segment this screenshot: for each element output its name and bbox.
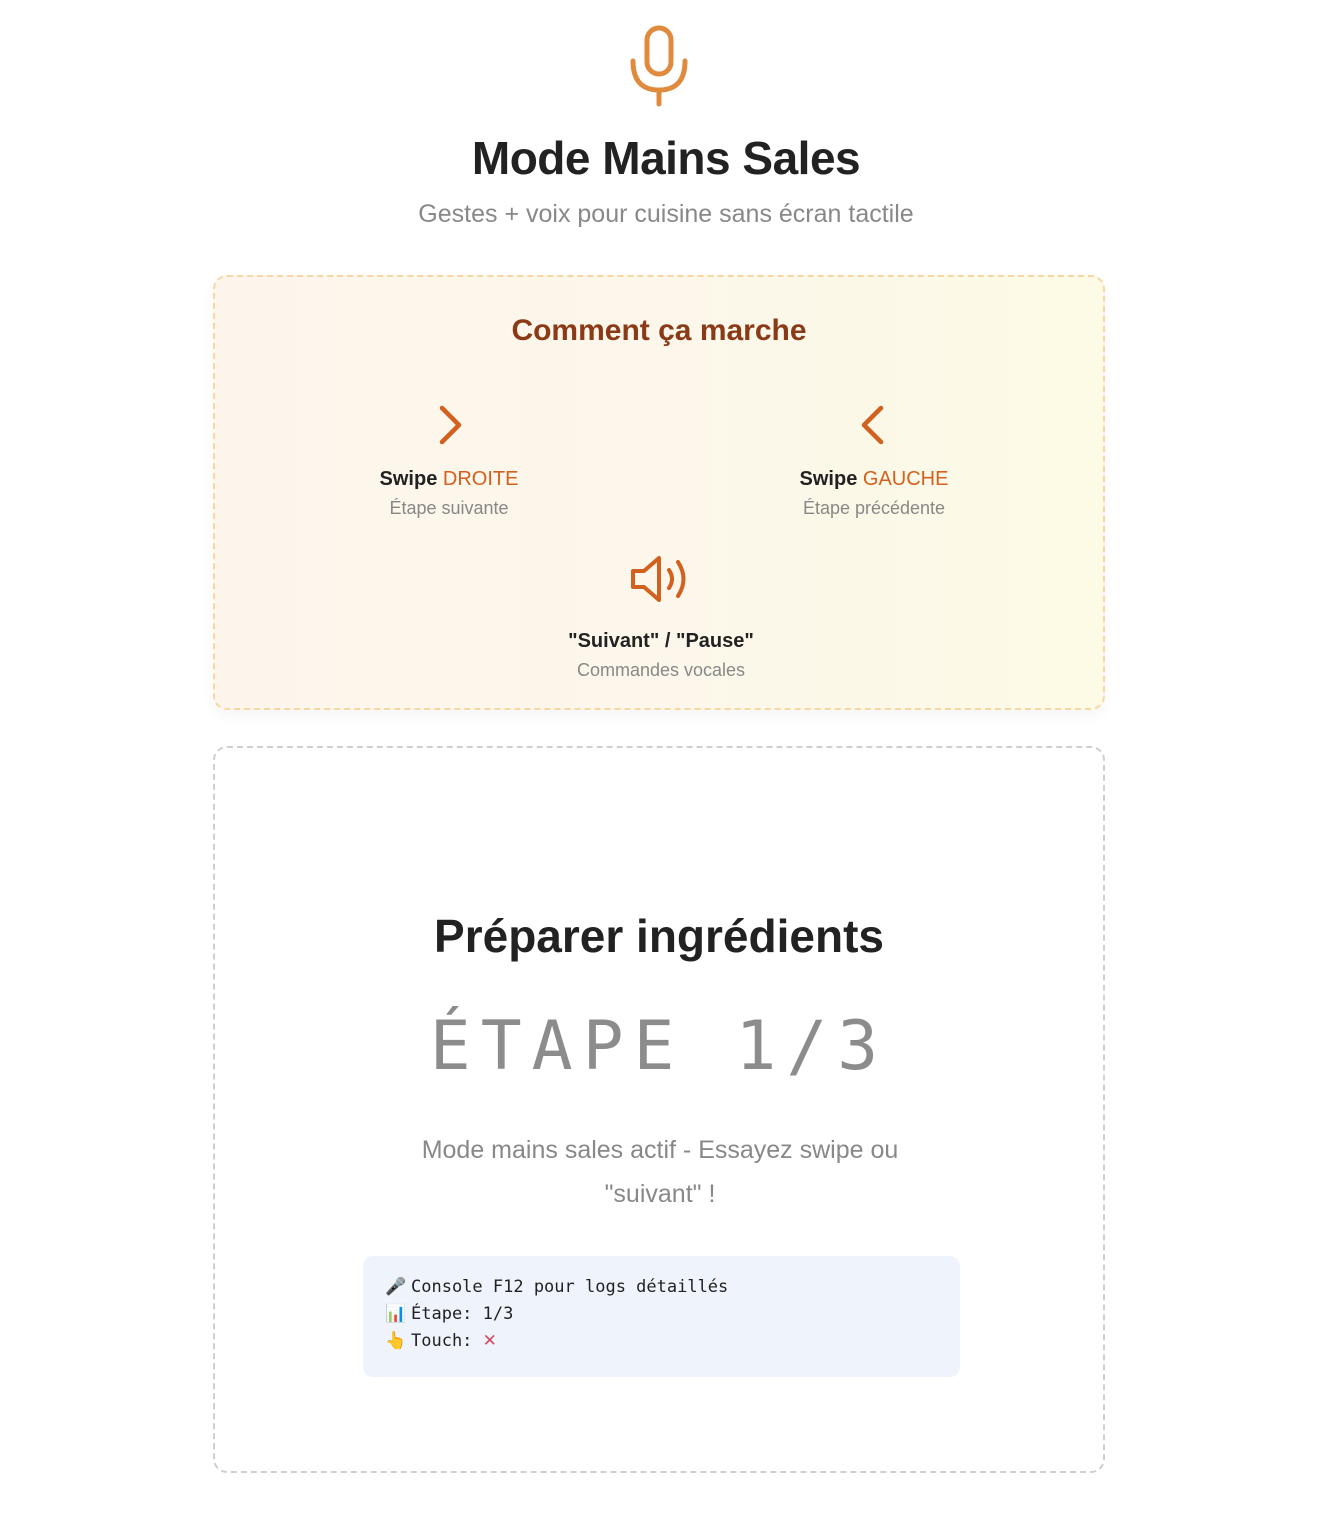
- page: Mode Mains Sales Gestes + voix pour cuis…: [0, 0, 1332, 1520]
- step-message: Mode mains sales actif - Essayez swipe o…: [421, 1136, 899, 1208]
- gesture-label: Swipe GAUCHE: [724, 465, 1024, 493]
- console-line: 🎤 Console F12 pour logs détaillés: [385, 1274, 938, 1301]
- console-line-text: Étape: 1/3: [411, 1304, 514, 1324]
- console-line-text: Touch:: [411, 1331, 483, 1351]
- microphone-icon: [630, 25, 688, 107]
- gesture-label-direction: GAUCHE: [862, 468, 949, 490]
- cross-mark-icon: ✕: [482, 1331, 497, 1351]
- step-counter: ÉTAPE 1/3: [429, 1007, 889, 1086]
- microphone-emoji-icon: 🎤: [385, 1277, 407, 1297]
- how-it-works-card: Comment ça marche Swipe DROITE Étape sui…: [213, 275, 1105, 710]
- page-title: Mode Mains Sales: [471, 132, 861, 184]
- gesture-label-prefix: Swipe: [379, 468, 438, 490]
- gesture-label-direction: DROITE: [442, 468, 519, 490]
- voice-description: Commandes vocales: [576, 660, 746, 680]
- console-line: 👆 Touch: ✕: [385, 1328, 938, 1355]
- gesture-description: Étape précédente: [802, 498, 946, 518]
- gesture-description: Étape suivante: [389, 498, 509, 518]
- console-line: 📊 Étape: 1/3: [385, 1301, 938, 1328]
- step-card[interactable]: Préparer ingrédients ÉTAPE 1/3 Mode main…: [213, 746, 1105, 1473]
- page-subtitle: Gestes + voix pour cuisine sans écran ta…: [418, 200, 914, 228]
- pointing-hand-emoji-icon: 👆: [385, 1331, 407, 1351]
- step-title: Préparer ingrédients: [434, 910, 884, 962]
- voice-label: "Suivant" / "Pause": [568, 630, 754, 652]
- gesture-label: Swipe DROITE: [299, 465, 599, 493]
- chevron-left-icon: [861, 405, 884, 445]
- speaker-icon: [631, 556, 686, 602]
- how-it-works-title: Comment ça marche: [511, 314, 807, 347]
- gesture-swipe-left: Swipe GAUCHE Étape précédente: [724, 403, 1024, 521]
- gesture-swipe-right: Swipe DROITE Étape suivante: [299, 403, 599, 521]
- debug-console: 🎤 Console F12 pour logs détaillés 📊 Étape:…: [363, 1256, 960, 1377]
- gesture-label-prefix: Swipe: [799, 468, 858, 490]
- console-line-text: Console F12 pour logs détaillés: [411, 1277, 729, 1297]
- voice-commands: "Suivant" / "Pause" Commandes vocales: [511, 553, 811, 683]
- bar-chart-emoji-icon: 📊: [385, 1304, 407, 1324]
- chevron-right-icon: [439, 405, 462, 445]
